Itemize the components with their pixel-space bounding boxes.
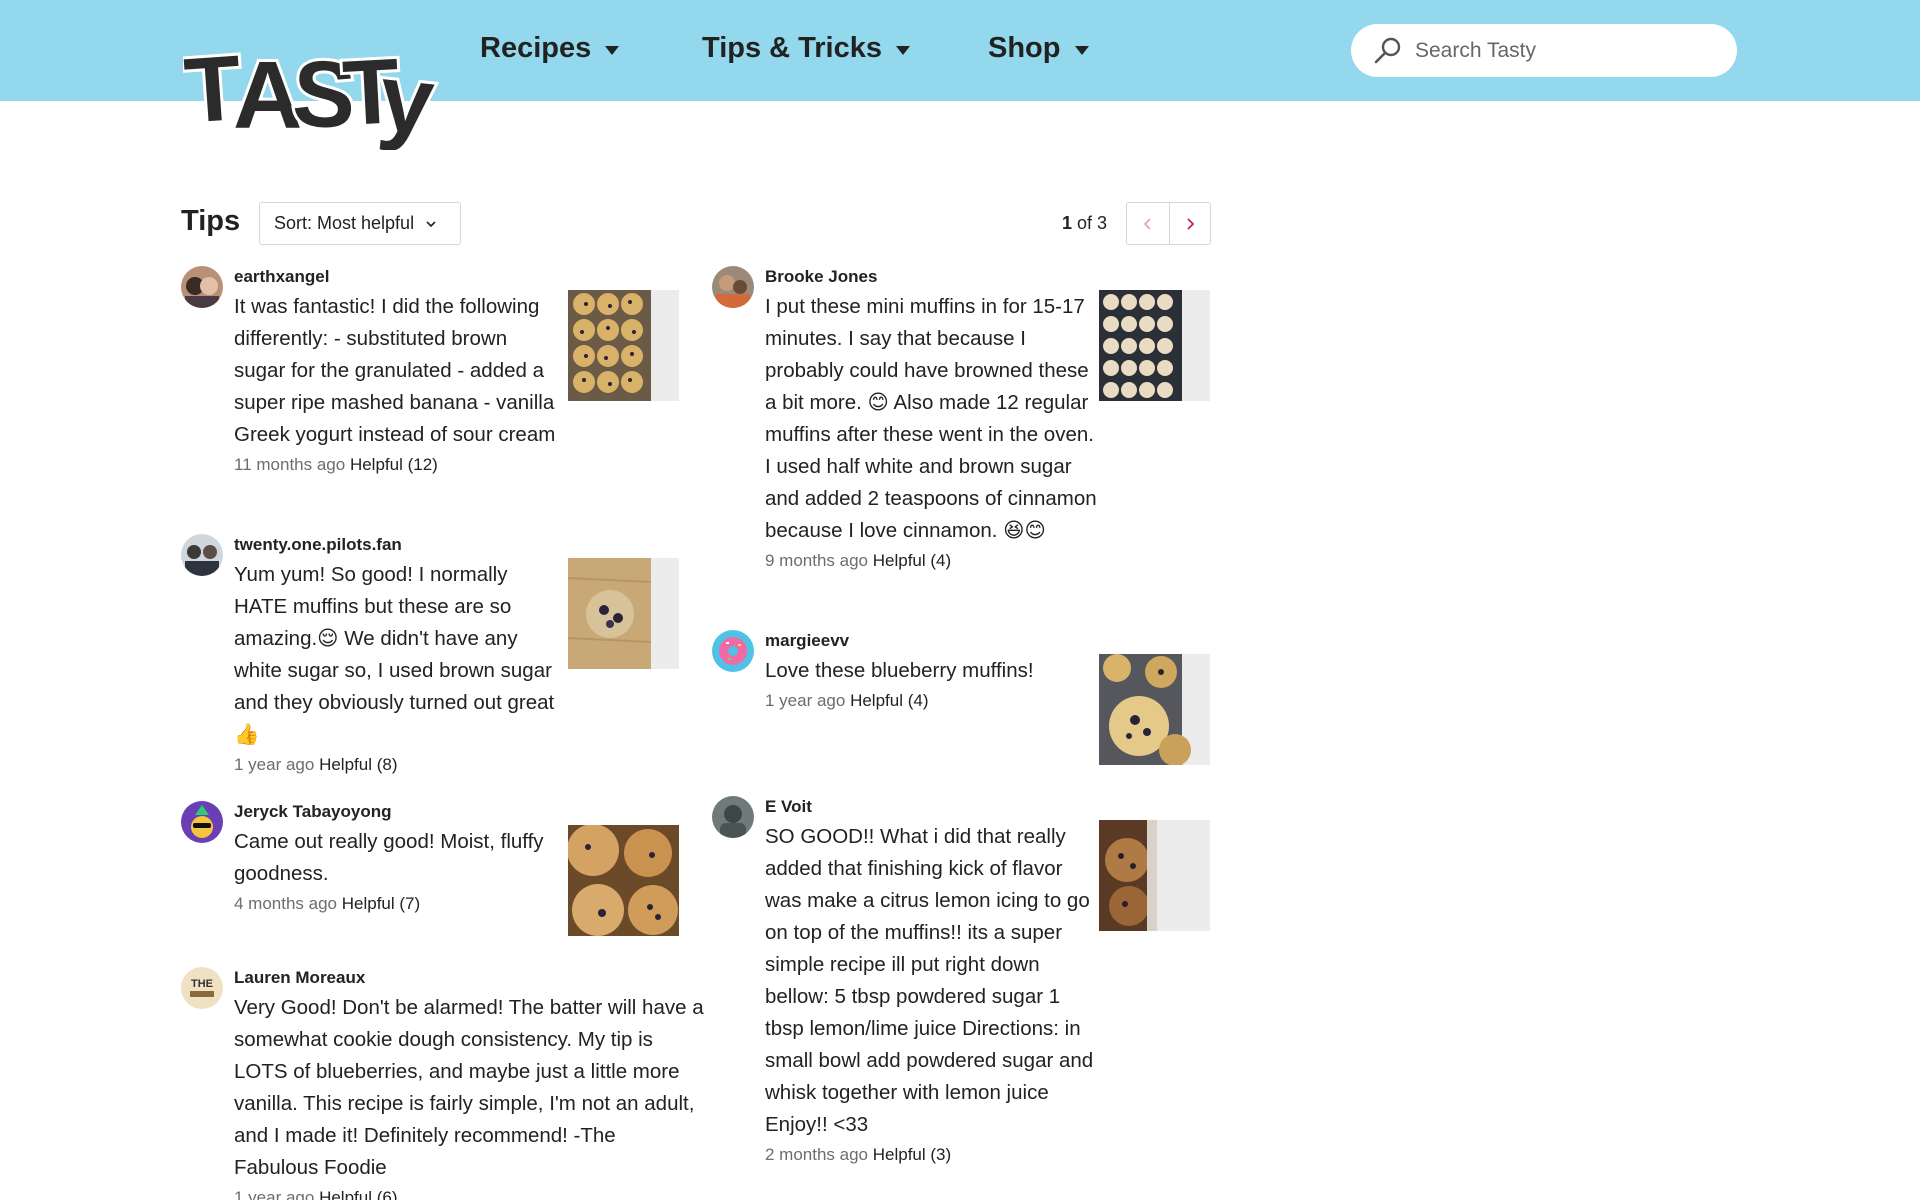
tip-meta: 9 months ago Helpful (4) — [765, 551, 1101, 571]
svg-text:y: y — [375, 44, 439, 150]
tip-time: 4 months ago — [234, 894, 338, 913]
tip-photo[interactable] — [568, 290, 679, 401]
avatar[interactable] — [712, 266, 754, 308]
helpful-button[interactable]: Helpful (6) — [319, 1188, 397, 1200]
tip-time: 1 year ago — [234, 1188, 315, 1200]
avatar[interactable]: THE — [181, 967, 223, 1009]
tip-text: Love these blueberry muffins! — [765, 659, 1034, 682]
tip-text: It was fantastic! I did the following di… — [234, 295, 556, 446]
chevron-down-icon — [426, 220, 436, 227]
tip-text: Yum yum! So good! I normally HATE muffin… — [234, 563, 555, 746]
tip-time: 11 months ago — [234, 455, 346, 474]
helpful-button[interactable]: Helpful (7) — [342, 894, 420, 913]
helpful-button[interactable]: Helpful (4) — [850, 691, 928, 710]
current-page: 1 — [1062, 213, 1073, 233]
search-icon — [1374, 37, 1401, 63]
tip-meta: 11 months ago Helpful (12) — [234, 455, 564, 475]
nav-tips-label: Tips & Tricks — [702, 32, 882, 64]
tip-username[interactable]: twenty.one.pilots.fan — [234, 535, 564, 555]
helpful-button[interactable]: Helpful (12) — [350, 455, 438, 474]
sort-dropdown[interactable]: Sort: Most helpful — [259, 202, 461, 245]
tip-photo[interactable] — [568, 825, 679, 936]
tip-username[interactable]: margieevv — [765, 631, 1101, 651]
caret-down-icon — [1074, 45, 1089, 55]
tip-username[interactable]: Brooke Jones — [765, 267, 1101, 287]
avatar[interactable] — [712, 630, 754, 672]
pagination-controls — [1126, 202, 1211, 245]
tip-text: Came out really good! Moist, fluffy good… — [234, 830, 544, 885]
avatar[interactable] — [181, 801, 223, 843]
tip-time: 2 months ago — [765, 1145, 869, 1164]
prev-page-button[interactable] — [1127, 203, 1169, 244]
avatar[interactable] — [712, 796, 754, 838]
nav-recipes[interactable]: Recipes — [480, 32, 620, 65]
tip-photo[interactable] — [1099, 654, 1210, 765]
tips-heading: Tips — [181, 205, 241, 237]
tip-photo[interactable] — [1099, 290, 1210, 401]
tip-meta: 1 year ago Helpful (8) — [234, 755, 564, 775]
tip-photo[interactable] — [1099, 820, 1210, 931]
caret-down-icon — [605, 45, 620, 55]
tip-username[interactable]: Lauren Moreaux — [234, 968, 704, 988]
sort-label: Sort: Most helpful — [274, 213, 415, 233]
helpful-button[interactable]: Helpful (3) — [873, 1145, 951, 1164]
tip-meta: 1 year ago Helpful (6) — [234, 1188, 704, 1200]
tip-meta: 4 months ago Helpful (7) — [234, 894, 564, 914]
tasty-logo[interactable]: T A S T y — [178, 20, 441, 159]
tip-username[interactable]: Jeryck Tabayoyong — [234, 802, 564, 822]
tip-photo[interactable] — [568, 558, 679, 669]
nav-shop[interactable]: Shop — [988, 32, 1089, 65]
next-page-button[interactable] — [1168, 203, 1211, 244]
caret-down-icon — [896, 45, 910, 55]
tip-text: SO GOOD!! What i did that really added t… — [765, 825, 1094, 1136]
helpful-button[interactable]: Helpful (4) — [873, 551, 951, 570]
avatar[interactable] — [181, 266, 223, 308]
tip-time: 1 year ago — [765, 691, 846, 710]
tip-text: I put these mini muffins in for 15-17 mi… — [765, 295, 1097, 542]
search-input[interactable] — [1415, 38, 1715, 63]
tip-text: Very Good! Don't be alarmed! The batter … — [234, 996, 704, 1179]
avatar[interactable] — [181, 534, 223, 576]
nav-recipes-label: Recipes — [480, 32, 592, 64]
pagination-count: 1 of 3 — [1062, 213, 1107, 234]
tip-time: 9 months ago — [765, 551, 869, 570]
search-box[interactable] — [1351, 24, 1737, 77]
tip-time: 1 year ago — [234, 755, 315, 774]
tip-username[interactable]: E Voit — [765, 797, 1101, 817]
chevron-left-icon — [1143, 217, 1151, 230]
tip-meta: 1 year ago Helpful (4) — [765, 691, 1101, 711]
nav-tips-tricks[interactable]: Tips & Tricks — [702, 32, 910, 65]
helpful-button[interactable]: Helpful (8) — [319, 755, 397, 774]
nav-shop-label: Shop — [988, 32, 1061, 64]
chevron-right-icon — [1187, 217, 1195, 230]
tip-username[interactable]: earthxangel — [234, 267, 564, 287]
tip-meta: 2 months ago Helpful (3) — [765, 1145, 1101, 1165]
total-pages: of 3 — [1072, 213, 1108, 233]
svg-text:THE: THE — [191, 978, 213, 990]
